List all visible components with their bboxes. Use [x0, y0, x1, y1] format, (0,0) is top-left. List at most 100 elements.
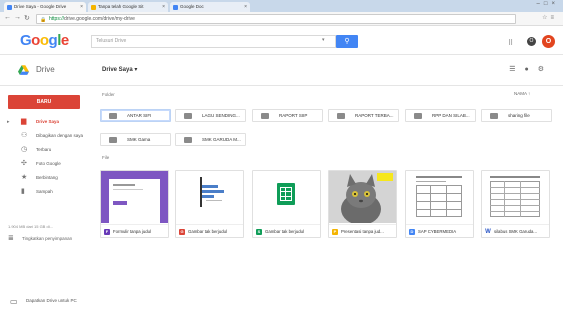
url-path: drive.google.com/drive/my-drive	[64, 16, 135, 22]
file-card[interactable]: P Presentasi tanpa jud...	[328, 170, 397, 238]
tab-title: Google Doc	[180, 4, 204, 9]
get-drive-label: Dapatkan Drive untuk PC	[26, 298, 77, 303]
search-input[interactable]: Telusuri Drive	[91, 35, 336, 48]
slides-icon: P	[332, 229, 338, 235]
folder-name: SMK Gama	[127, 137, 151, 142]
storage-icon: ≣	[8, 235, 14, 242]
sidebar-item-label: Foto Google	[36, 161, 61, 166]
search-button[interactable]: ⚲	[336, 35, 358, 48]
chevron-down-icon[interactable]: ▾	[322, 37, 325, 43]
tab-title: Tanpa telah Google Sit	[98, 4, 144, 9]
close-icon[interactable]: ×	[244, 2, 247, 12]
file-card[interactable]: F Formulir tanpa judul	[100, 170, 169, 238]
reload-icon[interactable]: ↻	[24, 14, 30, 22]
file-name-label: Formulir tanpa judul	[113, 229, 151, 234]
sidebar-item-starred[interactable]: ★ Berbintang	[0, 171, 96, 185]
sidebar-item-label: Berbintang	[36, 175, 58, 180]
browser-tab[interactable]: Google Doc ×	[170, 2, 250, 12]
file-name-label: Gambar tak berjudul	[188, 229, 227, 234]
folder-icon	[109, 137, 117, 143]
file-name-label: silabus SMK Garuda...	[494, 229, 537, 234]
file-card[interactable]: D SAP CYBERMEDIA	[405, 170, 474, 238]
folder-item[interactable]: RAPORT TERBA...	[328, 109, 399, 122]
google-logo[interactable]: Google	[20, 32, 69, 49]
sidebar-item-my-drive[interactable]: ▸ ▆ Drive Saya	[0, 115, 96, 129]
folder-item[interactable]: SMK Gama	[100, 133, 171, 146]
presentation-thumbnail	[329, 171, 396, 223]
get-drive-pc-link[interactable]: ▭ Dapatkan Drive untuk PC	[10, 297, 88, 306]
window-controls[interactable]: –□×	[537, 1, 559, 7]
folder-name: SMK GARUDA M...	[202, 137, 241, 142]
trash-icon: ▮	[21, 188, 25, 195]
folder-item[interactable]: ANTAR SIFI	[100, 109, 171, 122]
folder-item[interactable]: sharing file	[481, 109, 552, 122]
forward-icon[interactable]: →	[14, 14, 21, 21]
sort-control[interactable]: NAMA ↑	[514, 91, 530, 96]
file-name: W silabus SMK Garuda...	[482, 224, 549, 238]
folder-item[interactable]: LAGU SENDING...	[175, 109, 246, 122]
word-thumbnail	[482, 171, 549, 223]
folder-name: RAPORT SIIP	[279, 113, 308, 118]
folder-item[interactable]: RPP DAN SILAB...	[405, 109, 476, 122]
folder-icon	[337, 113, 345, 119]
folder-item[interactable]: SMK GARUDA M...	[175, 133, 246, 146]
expand-icon[interactable]: ▸	[7, 115, 10, 129]
sidebar-item-trash[interactable]: ▮ Sampah	[0, 185, 96, 199]
forms-icon: F	[104, 229, 110, 235]
file-section-label: File	[102, 155, 110, 160]
drawing-thumbnail	[176, 171, 243, 223]
browser-tab[interactable]: Tanpa telah Google Sit ×	[88, 2, 168, 12]
sidebar-item-photos[interactable]: ✣ Foto Google	[0, 157, 96, 171]
form-thumbnail	[101, 171, 168, 223]
close-icon[interactable]: ×	[162, 2, 165, 12]
folder-icon	[184, 137, 192, 143]
notifications-icon[interactable]: O	[527, 37, 536, 46]
file-name-label: Gambar tak berjudul	[265, 229, 304, 234]
folder-name: RAPORT TERBA...	[355, 113, 394, 118]
folder-icon	[490, 113, 498, 119]
browser-tab-strip: Drive Saya - Google Drive × Tanpa telah …	[0, 0, 563, 12]
address-bar: ← → ↻ 🔒 https://drive.google.com/drive/m…	[0, 12, 563, 26]
sidebar: BARU ▸ ▆ Drive Saya ⚇ Dibagikan dengan s…	[0, 87, 96, 320]
folder-name: RPP DAN SILAB...	[432, 113, 470, 118]
sidebar-item-recent[interactable]: ◷ Terbaru	[0, 143, 96, 157]
file-name-label: SAP CYBERMEDIA	[418, 229, 457, 234]
folder-icon	[261, 113, 269, 119]
star-icon[interactable]: ☆≡	[542, 14, 557, 21]
sidebar-item-label: Dibagikan dengan saya	[36, 133, 84, 138]
doc-thumbnail	[406, 171, 473, 223]
file-name: F Formulir tanpa judul	[101, 224, 168, 238]
location-dropdown[interactable]: Drive Saya ▾	[102, 66, 137, 73]
file-name-label: Presentasi tanpa jud...	[341, 229, 384, 234]
drawings-icon: G	[179, 229, 185, 235]
file-name: D SAP CYBERMEDIA	[406, 224, 473, 238]
sidebar-item-label: Terbaru	[36, 147, 52, 152]
drive-logo-icon	[18, 65, 29, 75]
file-card[interactable]: G Gambar tak berjudul	[175, 170, 244, 238]
new-button[interactable]: BARU	[8, 95, 80, 109]
file-name: G Gambar tak berjudul	[176, 224, 243, 238]
drive-toolbar: Drive Drive Saya ▾ ☰●⚙	[0, 56, 563, 86]
back-icon[interactable]: ←	[4, 14, 11, 21]
app-header: Google Telusuri Drive ▾ ⚲ ⠿ O O	[0, 27, 563, 55]
word-icon: W	[485, 229, 491, 235]
tab-title: Drive Saya - Google Drive	[14, 4, 67, 9]
folder-item[interactable]: RAPORT SIIP	[252, 109, 323, 122]
file-card[interactable]: S Gambar tak berjudul	[252, 170, 321, 238]
file-card[interactable]: W silabus SMK Garuda...	[481, 170, 550, 238]
avatar[interactable]: O	[542, 35, 555, 48]
folder-name: sharing file	[508, 113, 530, 118]
sites-favicon	[91, 5, 96, 10]
folder-icon	[109, 113, 117, 119]
sidebar-item-shared[interactable]: ⚇ Dibagikan dengan saya	[0, 129, 96, 143]
upgrade-storage-link[interactable]: ≣ Tingkatkan penyimpanan	[8, 235, 96, 242]
url-field[interactable]: 🔒 https://drive.google.com/drive/my-driv…	[36, 14, 516, 24]
folder-icon	[184, 113, 192, 119]
sidebar-item-label: Drive Saya	[36, 119, 60, 124]
close-icon[interactable]: ×	[80, 2, 83, 12]
drive-favicon	[7, 5, 12, 10]
browser-tab[interactable]: Drive Saya - Google Drive ×	[4, 2, 86, 12]
apps-grid-icon[interactable]: ⠿	[508, 39, 513, 47]
view-toggle-icons[interactable]: ☰●⚙	[509, 65, 553, 73]
monitor-icon: ▭	[10, 297, 18, 306]
